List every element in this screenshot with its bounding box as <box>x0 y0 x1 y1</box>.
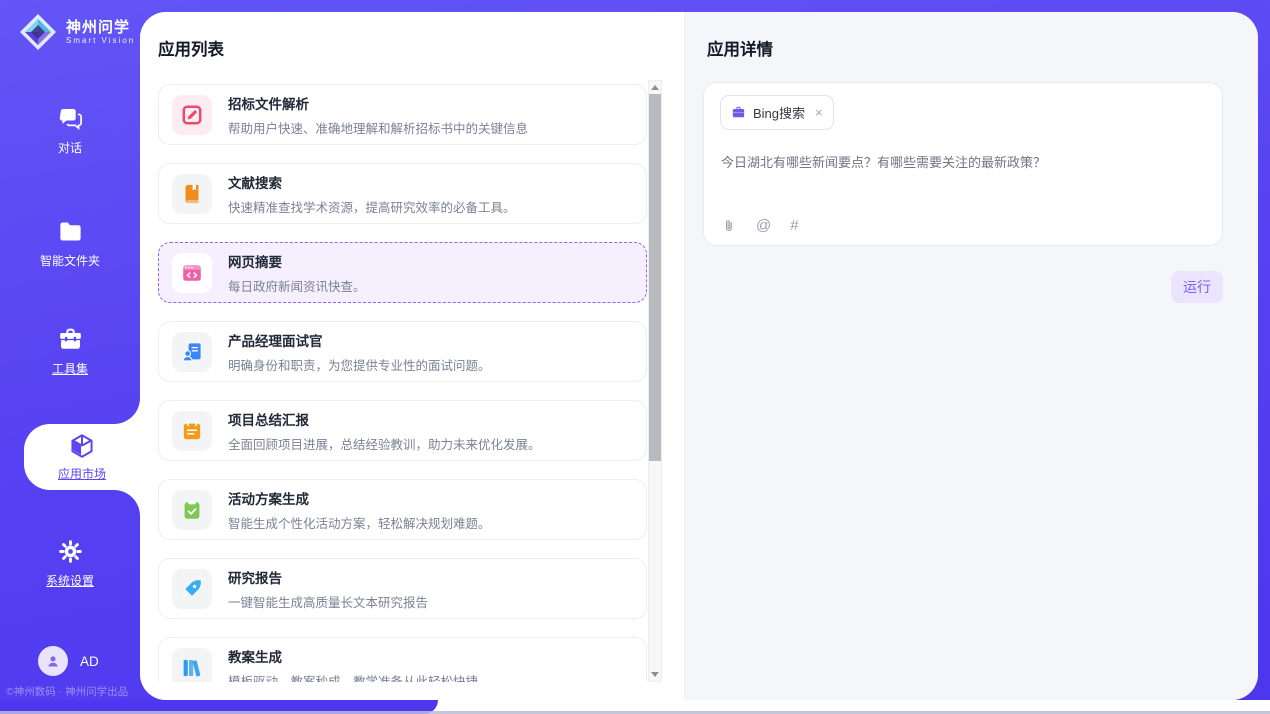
hash-icon[interactable]: # <box>790 217 798 234</box>
app-card-project-summary[interactable]: 项目总结汇报 全面回顾项目进展，总结经验教训，助力未来优化发展。 <box>158 400 647 461</box>
app-card-research-report[interactable]: 研究报告 一键智能生成高质量长文本研究报告 <box>158 558 647 619</box>
toolbox-icon <box>57 326 84 353</box>
sidebar: 神州问学 Smart Vision 对话 智能文件夹 工具集 <box>0 0 140 714</box>
sidebar-item-settings[interactable]: 系统设置 <box>0 538 140 589</box>
folder-icon <box>57 218 84 245</box>
app-card-bid-document-analysis[interactable]: 招标文件解析 帮助用户快速、准确地理解和解析招标书中的关键信息 <box>158 84 647 145</box>
cube-icon <box>68 432 96 460</box>
app-description: 一键智能生成高质量长文本研究报告 <box>228 592 428 611</box>
app-name: 产品经理面试官 <box>228 330 491 350</box>
app-card-activity-plan[interactable]: 活动方案生成 智能生成个性化活动方案，轻松解决规划难题。 <box>158 479 647 540</box>
app-icon-tile <box>172 332 212 372</box>
app-name: 研究报告 <box>228 567 428 587</box>
sidebar-item-label: 工具集 <box>52 360 88 377</box>
document-edit-icon <box>180 103 204 127</box>
app-description: 明确身份和职责，为您提供专业性的面试问题。 <box>228 355 491 374</box>
sidebar-item-app-market[interactable]: 应用市场 <box>24 424 140 490</box>
tool-tag-close-icon[interactable]: × <box>815 106 823 119</box>
diamond-logo-icon <box>18 12 58 52</box>
sidebar-item-label: 应用市场 <box>58 465 106 482</box>
brand-logo: 神州问学 Smart Vision <box>18 12 135 52</box>
user-name: AD <box>80 654 99 669</box>
app-name: 文献搜索 <box>228 172 516 192</box>
app-description: 全面回顾项目进展，总结经验教训，助力未来优化发展。 <box>228 434 541 453</box>
sidebar-item-label: 对话 <box>58 139 82 156</box>
app-icon-tile <box>172 648 212 683</box>
app-name: 教案生成 <box>228 646 478 666</box>
mention-icon[interactable]: @ <box>756 217 771 234</box>
scrollbar[interactable] <box>648 80 662 682</box>
app-card-literature-search[interactable]: 文献搜索 快速精准查找学术资源，提高研究效率的必备工具。 <box>158 163 647 224</box>
prompt-toolbar: @ # <box>721 217 799 234</box>
browser-code-icon <box>180 261 204 285</box>
chat-icon <box>57 105 84 132</box>
app-card-pm-interviewer[interactable]: 产品经理面试官 明确身份和职责，为您提供专业性的面试问题。 <box>158 321 647 382</box>
app-card-web-summary-selected[interactable]: 网页摘要 每日政府新闻资讯快查。 <box>158 242 647 303</box>
app-list: 招标文件解析 帮助用户快速、准确地理解和解析招标书中的关键信息 文献搜索 快速精… <box>158 80 647 682</box>
sidebar-item-smart-folder[interactable]: 智能文件夹 <box>0 218 140 269</box>
app-icon-tile <box>172 411 212 451</box>
app-detail-title: 应用详情 <box>707 36 773 60</box>
app-icon-tile <box>172 569 212 609</box>
pill-curve-bottom <box>114 490 140 516</box>
app-name: 网页摘要 <box>228 251 366 271</box>
sidebar-item-toolset[interactable]: 工具集 <box>0 326 140 377</box>
clipboard-check-icon <box>180 498 204 522</box>
app-description: 模板驱动，教案秒成，教学准备从此轻松快捷 <box>228 671 478 683</box>
app-name: 项目总结汇报 <box>228 409 541 429</box>
app-name: 活动方案生成 <box>228 488 491 508</box>
interviewer-icon <box>180 340 204 364</box>
tool-tag-bing-search[interactable]: Bing搜索 × <box>720 95 834 130</box>
brand-name: 神州问学 <box>66 19 135 36</box>
attachment-icon[interactable] <box>721 218 737 234</box>
pill-curve-top <box>114 398 140 424</box>
scroll-down-icon[interactable] <box>649 668 661 681</box>
person-icon <box>44 652 62 670</box>
app-description: 每日政府新闻资讯快查。 <box>228 276 366 295</box>
app-list-title: 应用列表 <box>158 36 224 60</box>
ink-pen-icon <box>180 577 204 601</box>
scrollbar-thumb[interactable] <box>649 94 661 461</box>
app-icon-tile <box>172 490 212 530</box>
brand-subtitle: Smart Vision <box>66 36 135 45</box>
app-list-panel: 应用列表 招标文件解析 帮助用户快速、准确地理解和解析招标书中的关键信息 <box>140 12 684 700</box>
tool-tag-label: Bing搜索 <box>753 103 805 122</box>
briefcase-icon <box>731 105 746 120</box>
app-icon-tile <box>172 95 212 135</box>
app-card-lesson-plan[interactable]: 教案生成 模板驱动，教案秒成，教学准备从此轻松快捷 <box>158 637 647 682</box>
app-icon-tile <box>172 253 212 293</box>
user-account[interactable]: AD <box>38 646 99 676</box>
app-description: 快速精准查找学术资源，提高研究效率的必备工具。 <box>228 197 516 216</box>
gear-icon <box>57 538 84 565</box>
app-icon-tile <box>172 174 212 214</box>
app-detail-panel: 应用详情 Bing搜索 × 今日湖北有哪些新闻要点？有哪些需要关注的最新政策？ … <box>684 12 1258 700</box>
question-input[interactable]: 今日湖北有哪些新闻要点？有哪些需要关注的最新政策？ <box>721 152 1206 171</box>
scroll-up-icon[interactable] <box>649 81 661 94</box>
app-description: 智能生成个性化活动方案，轻松解决规划难题。 <box>228 513 491 532</box>
sidebar-item-chat[interactable]: 对话 <box>0 105 140 156</box>
sidebar-item-label: 智能文件夹 <box>40 252 100 269</box>
report-note-icon <box>180 419 204 443</box>
prompt-card: Bing搜索 × 今日湖北有哪些新闻要点？有哪些需要关注的最新政策？ @ # <box>703 82 1223 246</box>
app-description: 帮助用户快速、准确地理解和解析招标书中的关键信息 <box>228 118 528 137</box>
avatar <box>38 646 68 676</box>
books-icon <box>180 656 204 680</box>
app-name: 招标文件解析 <box>228 93 528 113</box>
run-button[interactable]: 运行 <box>1171 271 1223 303</box>
copyright-footer: ©神州数码 · 神州问学出品 <box>6 684 140 699</box>
main-window: 应用列表 招标文件解析 帮助用户快速、准确地理解和解析招标书中的关键信息 <box>140 12 1258 700</box>
sidebar-item-label: 系统设置 <box>46 572 94 589</box>
book-icon <box>180 182 204 206</box>
